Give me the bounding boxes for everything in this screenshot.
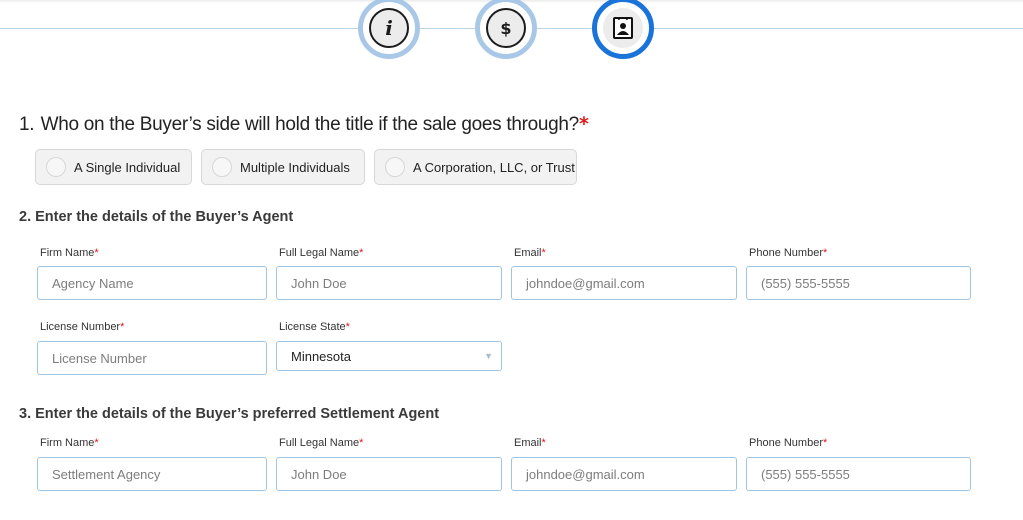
- settlement-full-legal-name-input[interactable]: John Doe: [276, 457, 502, 491]
- firm-name-label: Firm Name*: [40, 247, 99, 259]
- license-state-value: Minnesota: [291, 348, 351, 364]
- email-input[interactable]: johndoe@gmail.com: [511, 266, 737, 300]
- step-info[interactable]: i: [358, 0, 420, 59]
- required-marker: *: [578, 113, 589, 135]
- contact-card-icon: [603, 8, 643, 48]
- option-label: A Single Individual: [74, 159, 181, 175]
- license-number-label: License Number*: [40, 321, 125, 333]
- info-icon: i: [369, 8, 409, 48]
- buyer-agent-heading: 2. Enter the details of the Buyer’s Agen…: [19, 209, 294, 225]
- firm-name-input[interactable]: Agency Name: [37, 266, 267, 300]
- option-label: A Corporation, LLC, or Trust: [413, 159, 575, 175]
- option-label: Multiple Individuals: [240, 159, 350, 175]
- option-corporation-llc-trust[interactable]: A Corporation, LLC, or Trust: [374, 149, 577, 185]
- step-price[interactable]: $: [475, 0, 537, 59]
- phone-number-label: Phone Number*: [749, 247, 828, 259]
- dollar-icon: $: [486, 8, 526, 48]
- settlement-phone-number-label: Phone Number*: [749, 437, 828, 449]
- full-legal-name-input[interactable]: John Doe: [276, 266, 502, 300]
- question-1-number: 1.: [19, 114, 35, 135]
- radio-button[interactable]: [212, 157, 232, 177]
- settlement-agent-heading: 3. Enter the details of the Buyer’s pref…: [19, 406, 440, 422]
- option-multiple-individuals[interactable]: Multiple Individuals: [201, 149, 365, 185]
- settlement-email-label: Email*: [514, 437, 546, 449]
- step-contacts[interactable]: [592, 0, 654, 59]
- license-state-label: License State*: [279, 321, 350, 333]
- settlement-firm-name-label: Firm Name*: [40, 437, 99, 449]
- settlement-firm-name-input[interactable]: Settlement Agency: [37, 457, 267, 491]
- settlement-phone-number-input[interactable]: (555) 555-5555: [746, 457, 971, 491]
- email-label: Email*: [514, 247, 546, 259]
- settlement-full-legal-name-label: Full Legal Name*: [279, 437, 364, 449]
- license-state-select[interactable]: Minnesota ▼: [276, 341, 502, 371]
- radio-button[interactable]: [385, 157, 405, 177]
- license-number-input[interactable]: License Number: [37, 341, 267, 375]
- full-legal-name-label: Full Legal Name*: [279, 247, 364, 259]
- phone-number-input[interactable]: (555) 555-5555: [746, 266, 971, 300]
- question-1-text: Who on the Buyer’s side will hold the ti…: [40, 114, 580, 135]
- question-1-title: 1. Who on the Buyer’s side will hold the…: [19, 113, 589, 136]
- option-single-individual[interactable]: A Single Individual: [35, 149, 192, 185]
- chevron-down-icon: ▼: [484, 351, 493, 361]
- radio-button[interactable]: [46, 157, 66, 177]
- svg-text:i: i: [385, 16, 393, 40]
- svg-text:$: $: [500, 19, 511, 38]
- settlement-email-input[interactable]: johndoe@gmail.com: [511, 457, 737, 491]
